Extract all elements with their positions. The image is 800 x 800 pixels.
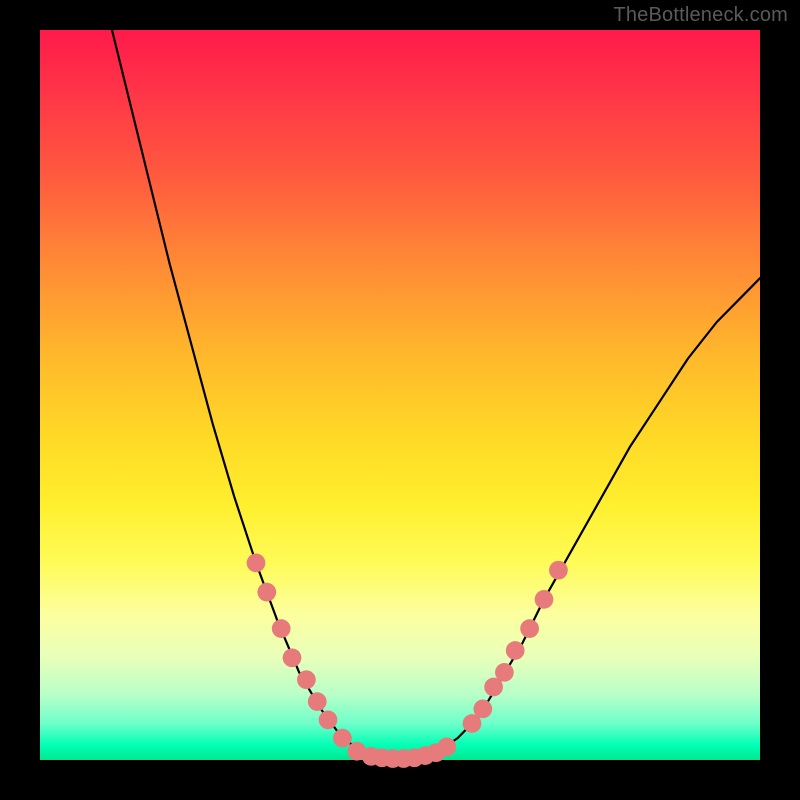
watermark-text: TheBottleneck.com: [613, 4, 788, 27]
curve-marker: [549, 561, 568, 580]
curve-marker: [495, 663, 514, 682]
curve-marker: [333, 729, 352, 748]
curve-marker: [308, 692, 327, 711]
curve-marker: [437, 738, 456, 757]
curve-marker: [297, 670, 316, 689]
curve-marker: [535, 590, 554, 609]
curve-marker: [247, 554, 266, 573]
curve-marker: [272, 619, 291, 638]
curve-marker: [473, 700, 492, 719]
curve-marker: [257, 583, 276, 602]
curve-svg: [40, 30, 760, 760]
chart-frame: TheBottleneck.com: [0, 0, 800, 800]
curve-marker: [283, 648, 302, 667]
marker-group: [247, 554, 568, 768]
bottleneck-curve: [112, 30, 760, 759]
plot-area: [40, 30, 760, 760]
curve-marker: [506, 641, 525, 660]
curve-marker: [520, 619, 539, 638]
curve-marker: [319, 710, 338, 729]
